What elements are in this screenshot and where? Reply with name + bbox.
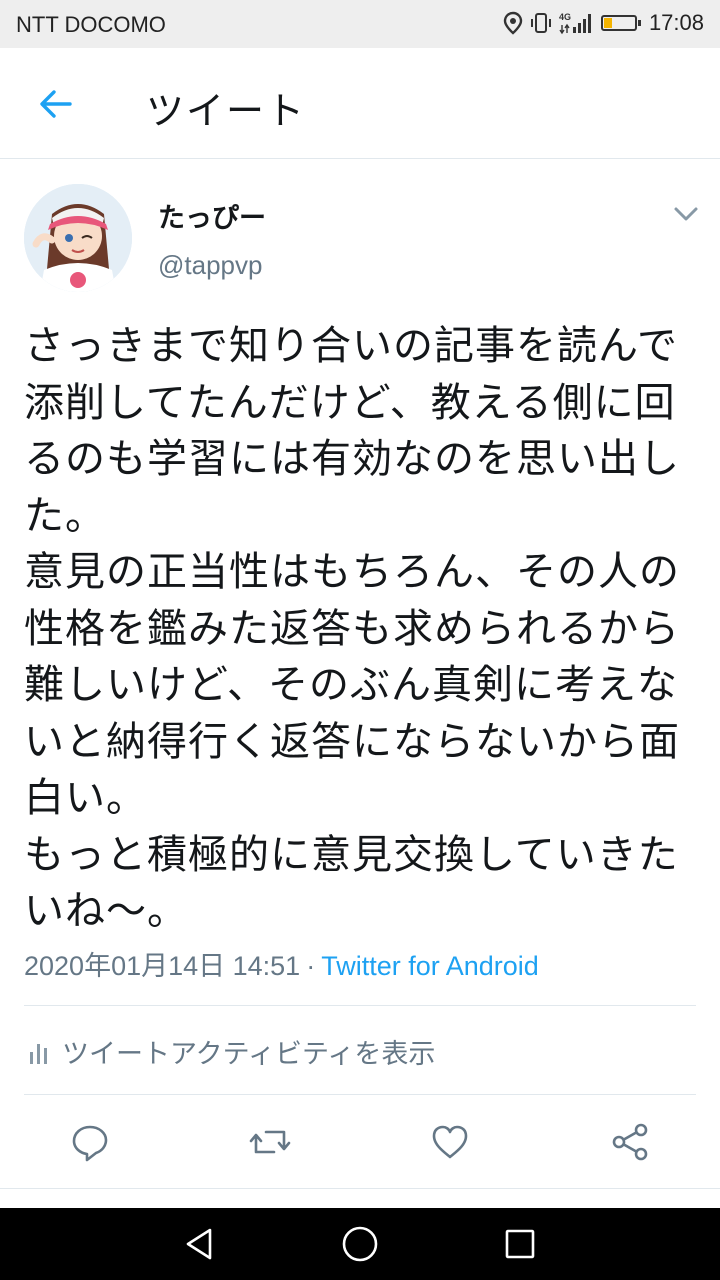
divider — [24, 1094, 696, 1095]
tweet-actions — [0, 1096, 720, 1189]
svg-text:4G: 4G — [559, 12, 571, 22]
reply-icon — [72, 1125, 108, 1162]
tweet-menu-button[interactable] — [672, 204, 700, 224]
divider — [24, 1005, 696, 1006]
avatar[interactable] — [24, 184, 132, 292]
like-button[interactable] — [428, 1120, 472, 1164]
reply-button[interactable] — [68, 1120, 112, 1164]
avatar-image — [24, 184, 132, 292]
carrier-name: NTT DOCOMO — [16, 12, 166, 37]
share-icon — [612, 1123, 648, 1161]
tweet-timestamp: 2020年01月14日 14:51 — [24, 951, 301, 981]
like-icon — [432, 1125, 468, 1159]
tweet-text: さっきまで知り合いの記事を読んで添削してたんだけど、教える側に回るのも学習には有… — [24, 323, 680, 934]
nav-home-button[interactable] — [340, 1224, 380, 1264]
author-name[interactable]: たっぴー — [158, 196, 266, 235]
recents-square-icon — [505, 1229, 535, 1259]
status-bar: NTT DOCOMO 4G 17:08 — [0, 0, 720, 48]
author-handle[interactable]: @tappvp — [158, 250, 262, 281]
retweet-icon — [249, 1130, 291, 1154]
tweet-meta: 2020年01月14日 14:51 · Twitter for Android — [24, 944, 539, 983]
back-triangle-icon — [186, 1228, 212, 1260]
clock: 17:08 — [648, 10, 704, 35]
back-button[interactable] — [36, 84, 76, 124]
signal-4g-icon: 4G — [559, 11, 595, 35]
page-title: ツイート — [146, 89, 307, 133]
share-button[interactable] — [608, 1120, 652, 1164]
location-icon — [503, 11, 523, 35]
tweet-source-link[interactable]: Twitter for Android — [321, 951, 539, 981]
nav-recents-button[interactable] — [500, 1224, 540, 1264]
status-icons: 4G 17:08 — [503, 10, 704, 36]
retweet-button[interactable] — [248, 1120, 292, 1164]
analytics-icon — [30, 1043, 47, 1064]
chevron-down-icon — [674, 207, 698, 221]
battery-level — [603, 18, 612, 28]
home-circle-icon — [342, 1226, 378, 1262]
tweet-activity-link[interactable]: ツイートアクティビティを表示 — [28, 1032, 435, 1071]
meta-separator: · — [306, 951, 316, 981]
app-bar: ツイート — [0, 48, 720, 159]
tweet-activity-label: ツイートアクティビティを表示 — [62, 1039, 436, 1070]
battery-icon — [600, 15, 641, 31]
nav-back-button[interactable] — [180, 1224, 220, 1264]
arrow-left-icon — [40, 90, 72, 118]
vibrate-icon — [529, 11, 553, 35]
system-nav-bar — [0, 1208, 720, 1280]
